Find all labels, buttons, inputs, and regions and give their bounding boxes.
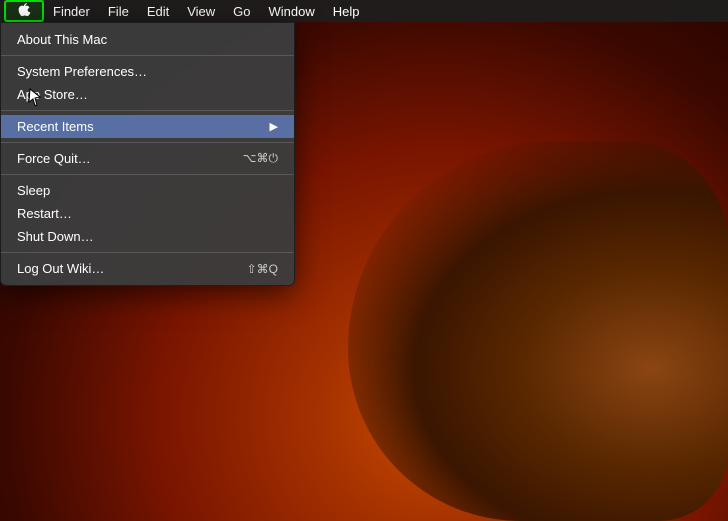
menu-item-restart-label: Restart… [17,206,278,221]
menu-item-about[interactable]: About This Mac [1,28,294,51]
submenu-arrow-icon: ▶ [270,120,278,133]
menu-item-logout-shortcut: ⇧⌘Q [247,262,278,276]
menu-item-recent-items-label: Recent Items [17,119,260,134]
menu-separator-4 [1,174,294,175]
menu-item-app-store-label: App Store… [17,87,278,102]
menubar-edit[interactable]: Edit [138,0,178,22]
menu-item-system-prefs[interactable]: System Preferences… [1,60,294,83]
menu-item-app-store[interactable]: App Store… [1,83,294,106]
apple-dropdown-menu: About This Mac System Preferences… App S… [0,22,295,286]
menu-item-shut-down-label: Shut Down… [17,229,278,244]
menu-item-logout-label: Log Out Wiki… [17,261,237,276]
menubar-go[interactable]: Go [224,0,259,22]
menu-separator-3 [1,142,294,143]
menubar-file[interactable]: File [99,0,138,22]
menu-item-recent-items[interactable]: Recent Items ▶ [1,115,294,138]
apple-logo-icon [17,3,31,20]
menubar-help[interactable]: Help [324,0,369,22]
menubar-window[interactable]: Window [260,0,324,22]
menu-separator-1 [1,55,294,56]
menubar-finder[interactable]: Finder [44,0,99,22]
menu-item-force-quit-label: Force Quit… [17,151,233,166]
menu-item-sleep-label: Sleep [17,183,278,198]
menubar: Finder File Edit View Go Window Help [0,0,728,22]
menu-item-restart[interactable]: Restart… [1,202,294,225]
menu-item-about-label: About This Mac [17,32,278,47]
apple-menu-button[interactable] [4,0,44,22]
menu-item-force-quit[interactable]: Force Quit… ⌥⌘⏻ [1,147,294,170]
menubar-view[interactable]: View [178,0,224,22]
menu-separator-5 [1,252,294,253]
menu-item-sleep[interactable]: Sleep [1,179,294,202]
menu-item-force-quit-shortcut: ⌥⌘⏻ [243,151,278,166]
menu-separator-2 [1,110,294,111]
menu-item-system-prefs-label: System Preferences… [17,64,278,79]
menu-item-shut-down[interactable]: Shut Down… [1,225,294,248]
menu-item-logout[interactable]: Log Out Wiki… ⇧⌘Q [1,257,294,280]
